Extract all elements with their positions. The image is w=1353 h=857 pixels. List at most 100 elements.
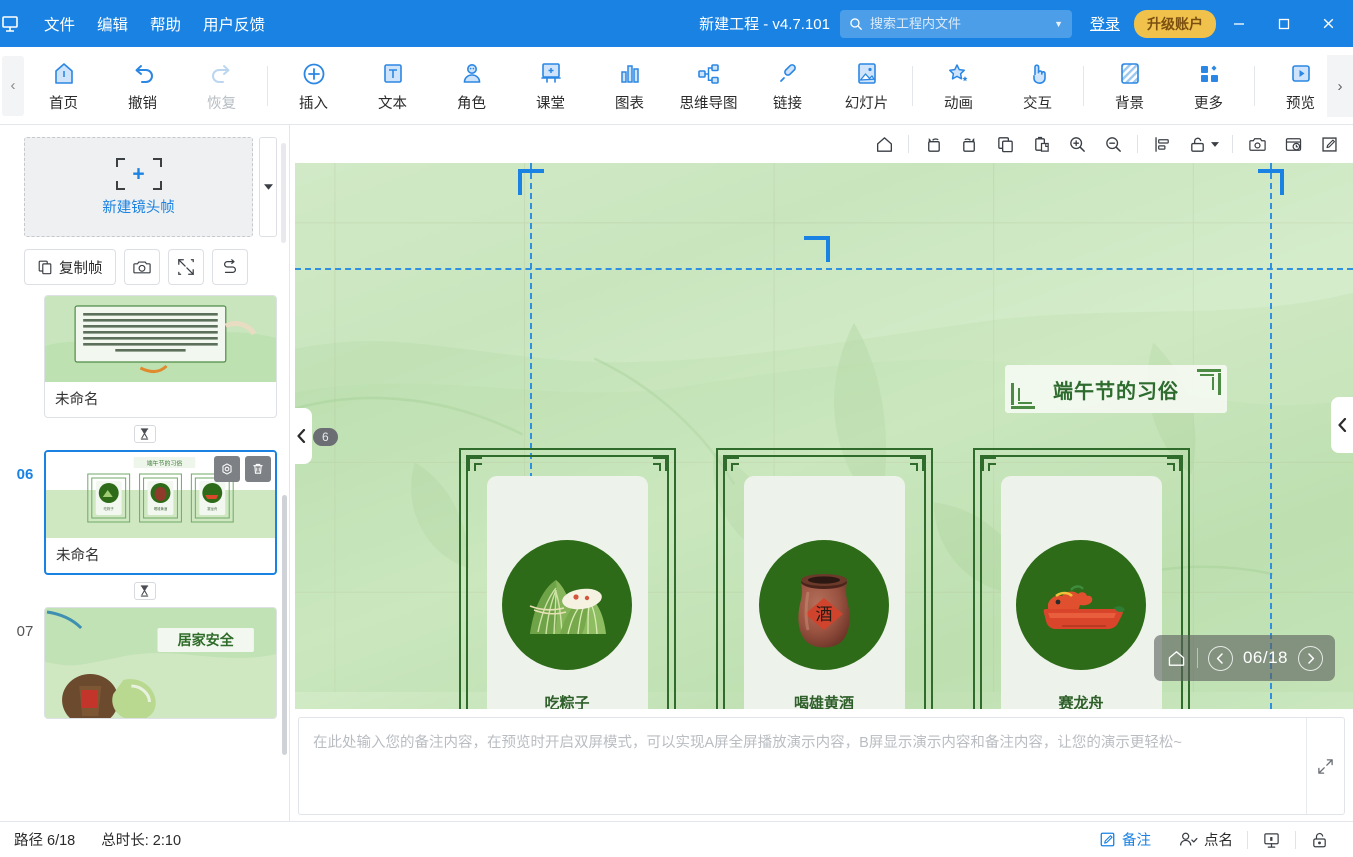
ribbon-label-redo: 恢复 — [207, 95, 236, 112]
project-title: 新建工程 - v4.7.101 — [699, 16, 830, 33]
canvas-left-collapse-tab[interactable] — [290, 408, 312, 464]
slide-name[interactable]: 未命名 — [45, 382, 276, 417]
notes-expand-button[interactable] — [1306, 718, 1344, 814]
delete-trash-icon[interactable] — [245, 456, 271, 482]
slide-icon — [855, 59, 879, 87]
ribbon-button-background[interactable]: 背景 — [1090, 51, 1169, 121]
zoom-out-icon[interactable] — [1095, 128, 1131, 160]
duplicate-frame-button[interactable]: 复制帧 — [24, 249, 116, 285]
lock-button[interactable] — [1296, 822, 1343, 857]
ribbon-button-animation[interactable]: 动画 — [919, 51, 998, 121]
maximize-button[interactable] — [1261, 0, 1306, 47]
canvas-home-icon[interactable] — [866, 128, 902, 160]
list-item[interactable]: 端午节的习俗 吃粽子 喝雄黄酒 赛龙舟 未命名 — [44, 450, 277, 575]
ribbon-button-more[interactable]: 更多 — [1169, 51, 1248, 121]
ribbon-button-link[interactable]: 链接 — [748, 51, 827, 121]
ribbon-button-slide[interactable]: 幻灯片 — [827, 51, 906, 121]
copy-icon[interactable] — [987, 128, 1023, 160]
ribbon-button-text[interactable]: 文本 — [353, 51, 432, 121]
roll-call-button[interactable]: 点名 — [1165, 822, 1247, 857]
canvas-right-panel-tab[interactable] — [1331, 397, 1353, 454]
ribbon-button-mindmap[interactable]: 思维导图 — [669, 51, 748, 121]
slide-title-banner[interactable]: 端午节的习俗 — [1005, 365, 1227, 413]
notes-box[interactable] — [298, 717, 1345, 815]
chevron-down-icon[interactable]: ▼ — [1054, 19, 1063, 29]
selection-handle-inner[interactable] — [804, 236, 830, 262]
frame-index-badge: 6 — [313, 428, 338, 446]
selection-handle-top-right[interactable] — [1258, 169, 1284, 195]
upgrade-account-button[interactable]: 升级账户 — [1134, 9, 1216, 38]
ribbon-button-classroom[interactable]: 课堂 — [511, 51, 590, 121]
custom-card-zongzi[interactable]: 吃粽子 — [458, 448, 676, 709]
preview-play-icon — [1289, 59, 1313, 87]
new-frame-dropdown-button[interactable] — [259, 137, 277, 237]
ribbon-expand-right-button[interactable]: › — [1327, 55, 1353, 117]
screenshot-icon[interactable] — [1239, 128, 1275, 160]
transition-hourglass-icon[interactable] — [133, 425, 156, 443]
new-frame-row: + 新建镜头帧 — [0, 125, 289, 237]
ribbon-button-redo[interactable]: 恢复 — [182, 51, 261, 121]
slide-row[interactable]: 06 端午节的习俗 吃粽子 喝雄黄酒 赛龙舟 未命名 — [12, 450, 277, 575]
present-screen-icon — [1262, 831, 1281, 849]
page-counter: 06/18 — [1242, 648, 1288, 667]
search-box[interactable]: ▼ — [839, 9, 1072, 38]
chevron-right-icon[interactable] — [1298, 645, 1323, 671]
zoom-in-icon[interactable] — [1059, 128, 1095, 160]
home-icon[interactable] — [1166, 648, 1187, 669]
selection-handle-top-left[interactable] — [518, 169, 544, 195]
slide-row[interactable]: 07 居家安全 — [12, 607, 277, 719]
rotate-left-icon[interactable] — [915, 128, 951, 160]
panel-scrollbar-top[interactable] — [281, 143, 286, 243]
fit-frame-button[interactable] — [167, 249, 204, 285]
rotate-right-icon[interactable] — [951, 128, 987, 160]
slide-canvas[interactable]: 6 端午节的习俗 吃粽子 酒 喝雄黄酒 赛龙舟 06/18 — [295, 163, 1353, 709]
transition-hourglass-icon[interactable] — [133, 582, 156, 600]
ribbon-button-undo[interactable]: 撤销 — [103, 51, 182, 121]
chevron-left-icon[interactable] — [1207, 645, 1233, 671]
ribbon-button-character[interactable]: 角色 — [432, 51, 511, 121]
close-button[interactable] — [1306, 0, 1351, 47]
paste-icon[interactable] — [1023, 128, 1059, 160]
slide-row[interactable]: 未命名 — [12, 295, 277, 418]
slide-list[interactable]: 未命名 06 端午节的习俗 吃粽子 喝雄黄酒 赛龙舟 未命名 07 居家安全 — [0, 295, 289, 821]
slide-name[interactable]: 未命名 — [46, 538, 275, 573]
ribbon-label-chart: 图表 — [615, 95, 644, 112]
path-reorder-button[interactable] — [211, 249, 248, 285]
corner-ornament — [462, 451, 488, 477]
menu-item-feedback[interactable]: 用户反馈 — [203, 13, 265, 35]
edit-icon[interactable] — [1311, 128, 1347, 160]
align-icon[interactable] — [1144, 128, 1180, 160]
list-item[interactable]: 居家安全 — [44, 607, 277, 719]
app-logo-icon[interactable] — [0, 14, 44, 34]
ribbon-button-insert[interactable]: 插入 — [274, 51, 353, 121]
notes-toggle-button[interactable]: 备注 — [1085, 822, 1165, 857]
custom-card-wine[interactable]: 酒 喝雄黄酒 — [715, 448, 933, 709]
notes-input[interactable] — [299, 718, 1306, 814]
menu-item-edit[interactable]: 编辑 — [97, 13, 128, 35]
status-left: 路径 6/18 总时长: 2:10 — [0, 829, 181, 850]
slide-list-scrollbar[interactable] — [282, 495, 287, 755]
unlock-icon[interactable] — [1180, 128, 1226, 160]
title-center: 新建工程 - v4.7.101 ▼ — [265, 9, 1072, 38]
ribbon-button-home[interactable]: 首页 — [24, 51, 103, 121]
menu-item-help[interactable]: 帮助 — [150, 13, 181, 35]
ribbon-label-link: 链接 — [773, 95, 802, 112]
card-label: 吃粽子 — [544, 695, 590, 709]
camera-button[interactable] — [123, 249, 160, 285]
ribbon-button-interaction[interactable]: 交互 — [998, 51, 1077, 121]
new-camera-frame-button[interactable]: + 新建镜头帧 — [24, 137, 253, 237]
chevron-left-icon — [296, 429, 305, 443]
app-window: 文件 编辑 帮助 用户反馈 新建工程 - v4.7.101 ▼ 登录 升级账户 … — [0, 0, 1353, 857]
list-item[interactable]: 未命名 — [44, 295, 277, 418]
menu-item-file[interactable]: 文件 — [44, 13, 75, 35]
search-input[interactable] — [869, 16, 1048, 31]
stage-wrapper: 6 端午节的习俗 吃粽子 酒 喝雄黄酒 赛龙舟 06/18 — [290, 163, 1353, 709]
copy-frame-icon — [37, 259, 53, 275]
present-screen-button[interactable] — [1248, 822, 1295, 857]
record-icon[interactable] — [1275, 128, 1311, 160]
preview-eye-icon[interactable] — [214, 456, 240, 482]
minimize-button[interactable] — [1216, 0, 1261, 47]
login-button[interactable]: 登录 — [1090, 13, 1120, 34]
ribbon-button-chart[interactable]: 图表 — [590, 51, 669, 121]
ribbon-collapse-left-button[interactable]: ‹ — [2, 55, 24, 116]
